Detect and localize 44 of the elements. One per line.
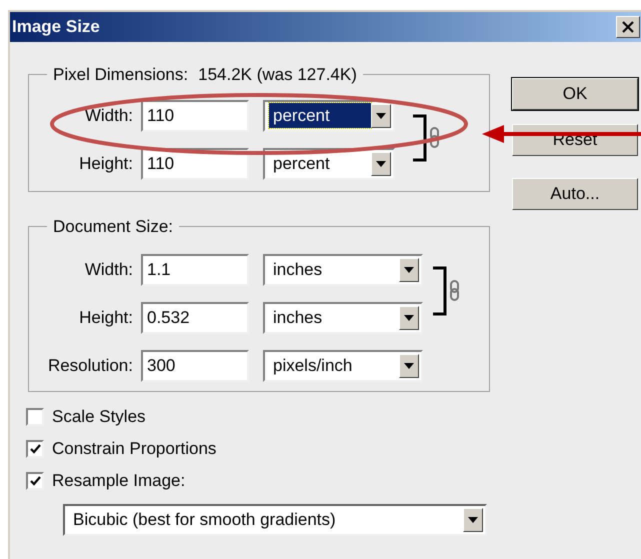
field-label: Height: [78,152,134,175]
window-title: Image Size [12,16,101,38]
caret-icon [376,112,386,118]
value-field[interactable]: 0.532 [141,302,249,334]
checkbox[interactable] [26,408,44,426]
unit-dropdown[interactable]: percent [263,100,395,132]
value-field[interactable]: 110 [141,100,249,132]
unit-dropdown[interactable]: pixels/inch [263,350,423,382]
dialog-button[interactable]: OK [512,78,638,110]
unit-dropdown[interactable]: inches [263,302,423,334]
value-field[interactable]: 300 [141,350,249,382]
dropdown-button[interactable] [399,258,419,282]
link-bracket-icon [431,266,461,316]
checkmark-icon [30,476,40,486]
caret-icon [376,160,386,166]
checkbox-label: Scale Styles [52,406,146,428]
caret-icon [404,266,414,272]
dropdown-button[interactable] [371,152,391,176]
close-icon [622,21,634,33]
dropdown-button[interactable] [399,354,419,378]
checkbox[interactable] [26,440,44,458]
field-label: Width: [84,104,134,127]
caret-icon [404,314,414,320]
dropdown-button[interactable] [399,306,419,330]
group-title: Document Size: [53,217,173,236]
close-button[interactable] [616,16,640,38]
checkbox[interactable] [26,472,44,490]
resample-dropdown[interactable]: Bicubic (best for smooth gradients) [63,504,487,536]
group-title: Pixel Dimensions: [53,64,188,86]
dropdown-button[interactable] [371,104,391,128]
checkbox-label: Constrain Proportions [52,438,216,460]
field-label: Resolution: [46,354,134,377]
field-label: Height: [78,306,134,329]
file-size-text: 154.2K (was 127.4K) [198,64,357,86]
caret-icon [404,362,414,368]
checkmark-icon [30,444,40,454]
value-field[interactable]: 1.1 [141,254,249,286]
link-bracket-icon [411,114,441,162]
unit-dropdown[interactable]: inches [263,254,423,286]
dropdown-button[interactable] [463,508,483,532]
caret-icon [468,517,478,523]
checkbox-label: Resample Image: [52,470,186,492]
field-label: Width: [84,258,134,281]
dialog-button[interactable]: Auto... [512,178,638,210]
